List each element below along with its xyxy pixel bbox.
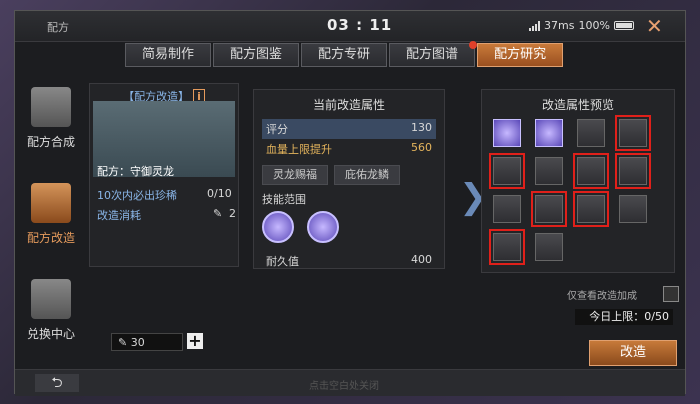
nav-exchange-center-label: 兑换中心 [26,327,75,341]
tab-recipe-chart[interactable]: 配方图谱 [389,41,478,67]
durability-row: 耐久值 400 [262,251,436,271]
shopping-bag-icon [31,279,71,319]
close-hint: 点击空白处关闭 [309,381,379,392]
nav-recipe-modify-label: 配方改造 [26,231,75,245]
durability-value: 400 [411,253,432,266]
clock: 03 : 11 [327,16,393,34]
skill-icons [262,211,436,247]
ping: 37ms [544,19,575,32]
skill-range-title: 技能范围 [262,193,306,206]
tab-recipe-research[interactable]: 配方研究 [477,43,564,67]
cost-value: 2 [229,207,236,220]
add-button[interactable]: + [187,333,203,349]
skill-icon-1[interactable] [262,211,294,243]
filter-label: 仅查看改造加成 [567,291,637,302]
recipe-window: 配方 03 : 11 37ms 100% ✕ 简易制作 配方图鉴 配方专研 配方… [14,10,686,396]
filter-checkbox[interactable] [663,286,679,302]
current-attr-title: 当前改造属性 [312,98,385,112]
attr-cell[interactable] [577,119,605,147]
middle-panel: 当前改造属性 评分 130 血量上限提升 560 灵龙赐福 庇佑龙鳞 技能范围 … [253,89,445,269]
attr-cell[interactable] [493,119,521,147]
tab-recipe-guide[interactable]: 配方图鉴 [213,43,300,67]
nav-recipe-synthesis-label: 配方合成 [26,135,75,149]
side-nav: 配方合成 配方改造 兑换中心 [15,83,87,371]
attr-cell[interactable] [535,119,563,147]
pencil-icon: ✎ [213,207,223,220]
modify-button[interactable]: 改造 [589,340,677,366]
attr-cell-selected[interactable] [615,115,651,151]
guarantee-label: 10次内必出珍稀 [97,189,177,202]
back-button[interactable]: ⮌ [35,374,79,392]
attr-cell[interactable] [619,195,647,223]
battery-percent: 100% [578,19,610,32]
nav-recipe-synthesis[interactable]: 配方合成 [15,87,87,179]
daily-limit: 今日上限：0/50 [575,309,673,325]
blessing-buttons: 灵龙赐福 庇佑龙鳞 [262,165,436,185]
top-bar: 配方 03 : 11 37ms 100% ✕ [15,11,685,42]
hp-row: 血量上限提升 560 [262,139,436,159]
notification-dot [469,41,478,49]
attr-cell-selected[interactable] [573,191,609,227]
cost-label: 改造消耗 [97,209,141,222]
qty-box: ✎ 30 [111,333,183,351]
status-area: 37ms 100% [529,19,634,32]
nav-recipe-modify[interactable]: 配方改造 [15,183,87,275]
dragon-blessing-button[interactable]: 灵龙赐福 [262,165,328,185]
tab-recipe-study[interactable]: 配方专研 [301,43,388,67]
tab-bar: 简易制作 配方图鉴 配方专研 配方图谱 配方研究 [125,41,564,67]
attr-cell-selected[interactable] [531,191,567,227]
window-title: 配方 [47,21,69,34]
qty-value: 30 [130,336,145,349]
guarantee-value: 0/10 [207,187,232,200]
durability-label: 耐久值 [266,255,299,268]
recipe-name: 配方：守御灵龙 [97,165,174,178]
skill-icon-2[interactable] [307,211,340,243]
score-value: 130 [411,121,432,134]
attr-cell[interactable] [493,195,521,223]
hp-label: 血量上限提升 [266,143,332,156]
close-icon[interactable]: ✕ [646,14,663,38]
score-row: 评分 130 [262,119,436,139]
recipe-book-icon [31,183,71,223]
score-label: 评分 [266,123,288,136]
signal-icon [529,20,540,31]
hp-value: 560 [411,141,432,154]
tab-recipe-chart-label: 配方图谱 [406,47,459,62]
bottom-bar: ⮌ 点击空白处关闭 [15,369,685,396]
preview-title: 改造属性预览 [541,98,614,112]
dragon-scale-button[interactable]: 庇佑龙鳞 [334,165,400,185]
cash-register-icon [31,87,71,127]
tab-simple-craft[interactable]: 简易制作 [125,43,212,67]
attr-cell-selected[interactable] [615,153,651,189]
nav-exchange-center[interactable]: 兑换中心 [15,279,87,371]
battery-icon [613,21,634,30]
attr-cell[interactable] [535,157,563,185]
attr-cell-selected[interactable] [489,229,525,265]
qty-pencil-icon: ✎ [118,336,131,349]
attr-cell-selected[interactable] [573,153,609,189]
attr-cell[interactable] [535,233,563,261]
attr-cell-selected[interactable] [489,153,525,189]
